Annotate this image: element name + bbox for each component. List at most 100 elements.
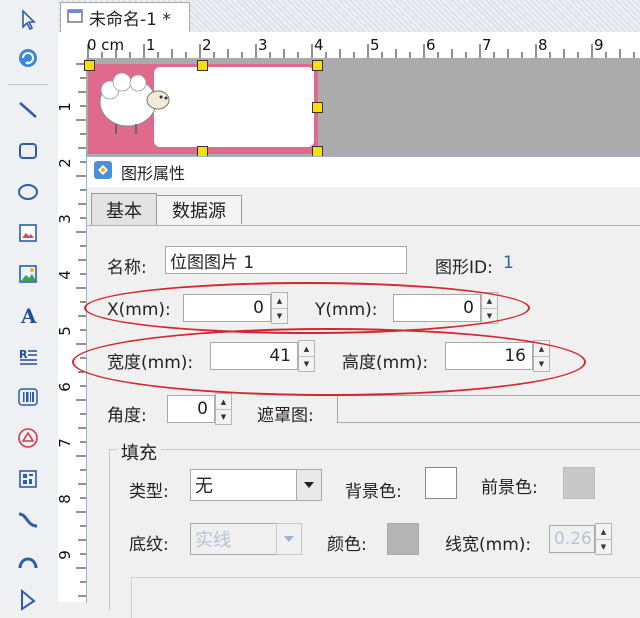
- curve-icon[interactable]: [12, 504, 44, 536]
- document-icon: [67, 8, 83, 28]
- stepper-up-icon[interactable]: ▲: [482, 293, 497, 309]
- dialog-tabs: 基本 数据源: [87, 191, 640, 226]
- width-stepper[interactable]: ▲ ▼: [298, 340, 315, 372]
- fill-type-value: 无: [195, 476, 213, 497]
- dialog-title-bar[interactable]: 图形属性: [87, 157, 640, 187]
- mask-label: 遮罩图:: [257, 406, 314, 426]
- document-tab[interactable]: 未命名-1 *: [60, 2, 190, 32]
- foreground-color-swatch[interactable]: [563, 467, 595, 499]
- name-field[interactable]: 位图图片 1: [165, 246, 407, 274]
- pdf417-icon[interactable]: [12, 463, 44, 495]
- fill-type-label: 类型:: [129, 482, 169, 502]
- ruler-label: 3: [55, 214, 74, 224]
- ruler-label: 2: [55, 158, 74, 168]
- width-field[interactable]: 41: [210, 342, 298, 370]
- ruler-label: 4: [55, 270, 74, 280]
- color-swatch[interactable]: [387, 523, 419, 555]
- resize-handle[interactable]: [84, 60, 95, 71]
- stepper-down-icon[interactable]: ▼: [482, 308, 497, 323]
- line-width-field[interactable]: 0.26: [549, 525, 595, 553]
- qrcode-icon[interactable]: [12, 422, 44, 454]
- ruler-label: 5: [55, 326, 74, 336]
- ruler-label: 7: [482, 36, 492, 54]
- background-color-label: 背景色:: [345, 482, 402, 502]
- horizontal-ruler: 0 cm 1 2 3 4 5 6 7 8 9: [58, 32, 640, 59]
- polygon-icon[interactable]: [12, 584, 44, 616]
- rotate-icon[interactable]: [12, 42, 44, 74]
- stepper-up-icon[interactable]: ▲: [534, 341, 549, 357]
- chevron-down-icon[interactable]: [296, 469, 322, 501]
- resize-handle[interactable]: [312, 102, 323, 113]
- ruler-label: 1: [55, 102, 74, 112]
- stepper-up-icon[interactable]: ▲: [216, 394, 231, 410]
- pointer-icon[interactable]: [12, 4, 44, 36]
- height-stepper[interactable]: ▲ ▼: [533, 340, 550, 372]
- barcode-icon[interactable]: [12, 381, 44, 413]
- stepper-up-icon[interactable]: ▲: [596, 524, 611, 540]
- y-stepper[interactable]: ▲ ▼: [481, 292, 498, 324]
- x-field[interactable]: 0: [183, 294, 271, 322]
- ruler-label: 6: [426, 36, 436, 54]
- stepper-down-icon[interactable]: ▼: [534, 356, 549, 371]
- y-label: Y(mm):: [315, 300, 378, 320]
- picture-icon[interactable]: [12, 258, 44, 290]
- arc-icon[interactable]: [12, 545, 44, 577]
- ruler-label: 8: [55, 494, 74, 504]
- svg-text:R: R: [19, 348, 28, 361]
- line-width-stepper[interactable]: ▲ ▼: [595, 523, 612, 555]
- svg-text:A: A: [20, 304, 37, 326]
- dialog-title: 图形属性: [121, 164, 186, 183]
- tab-data-source[interactable]: 数据源: [156, 195, 242, 224]
- mask-field[interactable]: [337, 395, 640, 423]
- line-width-label: 线宽(mm):: [445, 535, 532, 555]
- tab-basic[interactable]: 基本: [91, 193, 157, 225]
- ruler-label: 1: [146, 36, 156, 54]
- text-icon[interactable]: A: [12, 299, 44, 331]
- image-icon[interactable]: [12, 217, 44, 249]
- stepper-up-icon[interactable]: ▲: [272, 293, 287, 309]
- id-label: 图形ID:: [435, 258, 493, 278]
- rectangle-icon[interactable]: [12, 135, 44, 167]
- x-label: X(mm):: [107, 300, 171, 320]
- height-label: 高度(mm):: [342, 353, 429, 373]
- ruler-label: 2: [202, 36, 212, 54]
- height-field[interactable]: 16: [445, 342, 533, 370]
- sheep-illustration: [99, 72, 170, 134]
- rich-text-icon[interactable]: R: [12, 340, 44, 372]
- vertical-ruler: 1 2 3 4 5 6 7 8 9: [55, 58, 87, 602]
- resize-handle[interactable]: [312, 60, 323, 71]
- document-tab-title: 未命名-1 *: [89, 10, 171, 30]
- stepper-down-icon[interactable]: ▼: [216, 409, 231, 424]
- pattern-value: 实线: [195, 530, 231, 551]
- chevron-down-icon[interactable]: [276, 523, 302, 555]
- id-value: 1: [503, 253, 514, 273]
- stepper-down-icon[interactable]: ▼: [596, 539, 611, 554]
- angle-field[interactable]: 0: [167, 395, 215, 423]
- name-label: 名称:: [107, 258, 147, 278]
- fill-group-title: 填充: [117, 439, 161, 465]
- angle-stepper[interactable]: ▲ ▼: [215, 393, 232, 425]
- ruler-label: 8: [538, 36, 548, 54]
- ellipse-icon[interactable]: [12, 176, 44, 208]
- line-icon[interactable]: [12, 94, 44, 126]
- resize-handle[interactable]: [197, 60, 208, 71]
- stepper-down-icon[interactable]: ▼: [299, 356, 314, 371]
- width-label: 宽度(mm):: [107, 353, 194, 373]
- pattern-select[interactable]: 实线: [190, 523, 302, 555]
- ruler-label: 5: [370, 36, 380, 54]
- stepper-up-icon[interactable]: ▲: [299, 341, 314, 357]
- fill-type-select[interactable]: 无: [190, 469, 322, 501]
- lower-panel: [131, 577, 640, 618]
- ruler-label: 6: [55, 382, 74, 392]
- background-color-swatch[interactable]: [425, 467, 457, 499]
- y-field[interactable]: 0: [393, 294, 481, 322]
- properties-icon: [93, 160, 113, 184]
- pattern-label: 底纹:: [129, 535, 169, 555]
- document-tab-bar: 未命名-1 *: [58, 0, 640, 33]
- x-stepper[interactable]: ▲ ▼: [271, 292, 288, 324]
- ruler-label: 0 cm: [87, 36, 125, 54]
- stepper-down-icon[interactable]: ▼: [272, 308, 287, 323]
- color-label: 颜色:: [327, 535, 367, 555]
- angle-label: 角度:: [107, 406, 147, 426]
- ruler-label: 9: [594, 36, 604, 54]
